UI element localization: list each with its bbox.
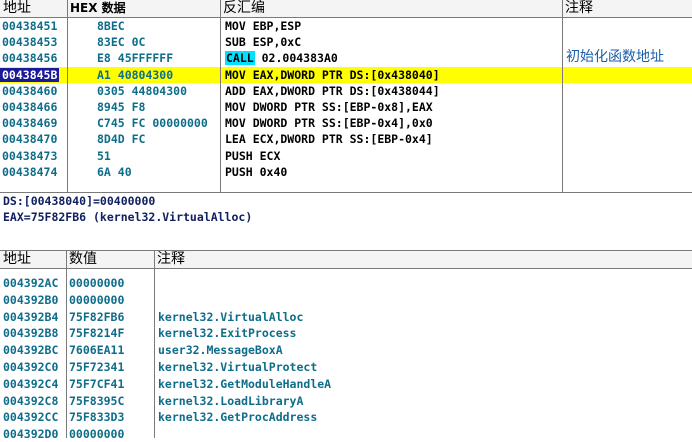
disasm-instruction: SUB ESP,0xC [225,35,302,50]
dump-value: 75F8214F [69,326,125,341]
disasm-address: 00438451 [2,19,58,33]
disasm-row[interactable]: 00438470 8D4D FC LEA ECX,DWORD PTR SS:[EBP… [0,131,692,147]
disasm-hex: E8 45FFFFFF [97,51,174,66]
disasm-header-comment[interactable]: 注释 [562,0,692,18]
disasm-instruction: CALL 02.004383A0 [225,50,561,66]
dump-row[interactable]: 004392B0 00000000 [0,292,692,308]
dump-comment: kernel32.VirtualProtect [158,360,318,374]
disasm-hex: 8BEC [97,19,125,33]
disasm-hex: A1 40804300 [97,67,174,82]
dump-value: 75F833D3 [69,410,125,425]
dump-row[interactable]: 004392BC 7606EA11 user32.MessageBoxA [0,342,692,358]
dump-address: 004392C0 [3,360,59,374]
disasm-instruction: LEA ECX,DWORD PTR SS:[EBP-0x4] [225,132,433,147]
dump-comment: kernel32.GetModuleHandleA [158,376,332,391]
column-separator [220,0,221,192]
column-separator [67,0,68,192]
disasm-instruction: PUSH ECX [225,148,281,163]
info-pane: DS:[00438040]=00400000 EAX=75F82FB6 (ker… [0,192,692,250]
dump-value: 7606EA11 [69,343,125,358]
disasm-instruction: MOV EAX,DWORD PTR DS:[0x438040] [225,67,440,82]
info-line-memory: DS:[00438040]=00400000 [3,194,156,208]
dump-value: 00000000 [69,427,125,442]
disasm-row[interactable]: 00438460 0305 44804300 ADD EAX,DWORD PTR D… [0,83,692,99]
disasm-comment: 初始化函数地址 [566,49,664,66]
dump-value: 75F72341 [69,360,125,374]
disasm-address: 00438460 [2,83,58,98]
column-separator [154,251,155,438]
disasm-row[interactable]: 00438456 E8 45FFFFFF CALL 02.004383A0 初始化函数… [0,49,692,66]
disasm-row[interactable]: 00438466 8945 F8 MOV DWORD PTR SS:[EBP-0x8… [0,99,692,115]
dump-comment: user32.MessageBoxA [158,343,283,358]
disasm-hex: 8D4D FC [97,132,146,147]
dump-row[interactable]: 004392C0 75F72341 kernel32.VirtualProtect [0,359,692,375]
dump-header-comment[interactable]: 注释 [154,251,692,269]
dump-row[interactable]: 004392AC 00000000 [0,275,692,291]
disasm-address: 00438473 [2,148,58,163]
dump-comment: kernel32.LoadLibraryA [158,393,304,408]
dump-row[interactable]: 004392D0 00000000 [0,426,692,442]
disassembly-pane[interactable]: 地址 HEX 数据 反汇编 注释 00438451 8BEC MOV EBP,ESP… [0,0,692,192]
disasm-row[interactable]: 00438451 8BEC MOV EBP,ESP [0,18,692,34]
dump-address: 004392BC [3,343,59,358]
dump-row[interactable]: 004392C4 75F7CF41 kernel32.GetModuleHandle… [0,376,692,392]
dump-comment: kernel32.VirtualAlloc [158,309,304,324]
dump-row[interactable]: 004392B8 75F8214F kernel32.ExitProcess [0,325,692,341]
dump-address: 004392B0 [3,292,59,307]
disasm-hex: C745 FC 00000000 [97,116,208,131]
disasm-hex: 6A 40 [97,164,132,179]
dump-row[interactable]: 004392B4 75F82FB6 kernel32.VirtualAlloc [0,309,692,325]
dump-value: 75F82FB6 [69,309,125,324]
dump-address: 004392CC [3,410,59,425]
call-target: 02.004383A0 [254,51,338,66]
disasm-hex: 8945 F8 [97,100,146,114]
info-line-eax: EAX=75F82FB6 (kernel32.VirtualAlloc) [3,210,253,224]
dump-comment: kernel32.ExitProcess [158,326,297,341]
disasm-address: 00438470 [2,132,58,147]
disasm-hex: 0305 44804300 [97,83,188,98]
dump-value: 00000000 [69,292,125,307]
disasm-row[interactable]: 00438469 C745 FC 00000000 MOV DWORD PTR SS… [0,115,692,131]
dump-value: 75F8395C [69,393,125,408]
disasm-header-disasm[interactable]: 反汇编 [220,0,562,18]
dump-address: 004392C4 [3,376,59,391]
disasm-header-hex[interactable]: HEX 数据 [67,0,220,18]
disasm-instruction: MOV DWORD PTR SS:[EBP-0x8],EAX [225,100,433,114]
disasm-instruction: PUSH 0x40 [225,164,288,179]
dump-address: 004392B8 [3,326,59,341]
dump-comment: kernel32.GetProcAddress [158,410,318,425]
disasm-row[interactable]: 00438453 83EC 0C SUB ESP,0xC [0,34,692,50]
disasm-header-address[interactable]: 地址 [0,0,67,18]
dump-header-value[interactable]: 数值 [66,251,154,269]
disasm-address: 00438456 [2,51,58,66]
call-keyword: CALL [225,51,255,66]
disasm-row[interactable]: 00438474 6A 40 PUSH 0x40 [0,164,692,180]
disasm-address: 00438474 [2,164,58,179]
dump-address: 004392C8 [3,393,59,408]
dump-value: 75F7CF41 [69,376,125,391]
disasm-instruction: ADD EAX,DWORD PTR DS:[0x438044] [225,83,440,98]
dump-address: 004392D0 [3,427,59,442]
disasm-address: 00438453 [2,35,58,50]
dump-pane[interactable]: 地址 数值 注释 004392AC 00000000 004392B0 0000000… [0,250,692,441]
dump-header-address[interactable]: 地址 [0,251,66,269]
dump-row[interactable]: 004392C8 75F8395C kernel32.LoadLibraryA [0,393,692,409]
disasm-instruction: MOV DWORD PTR SS:[EBP-0x4],0x0 [225,116,433,131]
disasm-address: 00438469 [2,116,58,131]
dump-row[interactable]: 004392CC 75F833D3 kernel32.GetProcAddress [0,409,692,425]
disasm-address: 0043845B [0,67,60,82]
disasm-hex: 51 [97,148,111,163]
disasm-row-selected[interactable]: 0043845B A1 40804300 MOV EAX,DWORD PTR DS:… [0,66,692,83]
dump-address: 004392AC [3,276,59,290]
dump-value: 00000000 [69,276,125,290]
column-separator [562,0,563,192]
disasm-instruction: MOV EBP,ESP [225,19,302,33]
column-separator [66,251,67,438]
disasm-row[interactable]: 00438473 51 PUSH ECX [0,148,692,164]
disasm-hex: 83EC 0C [97,35,146,50]
dump-address: 004392B4 [3,309,59,324]
disasm-address: 00438466 [2,100,58,114]
